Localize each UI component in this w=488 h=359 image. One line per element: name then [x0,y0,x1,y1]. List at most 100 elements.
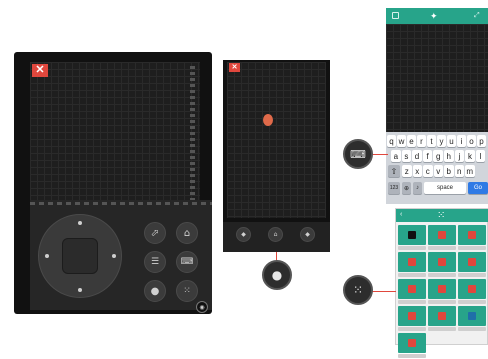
shift-key[interactable]: ⇧ [388,165,400,177]
key-r[interactable]: r [417,135,426,147]
keyboard-button[interactable]: ⌨ [176,251,198,273]
app-tile[interactable] [398,252,426,278]
back-button[interactable]: ◆ [236,227,251,242]
key-a[interactable]: a [391,150,401,162]
key-f[interactable]: f [422,150,433,162]
app-tile-image [458,225,486,245]
magic-wand-icon[interactable]: ✦ [430,11,440,21]
app-tile[interactable] [458,306,486,332]
key-d[interactable]: d [412,150,422,162]
apps-panel: ‹ ⁙ [395,208,488,358]
space-key-label: space [436,185,453,191]
key-b[interactable]: b [444,165,454,177]
close-icon: ✕ [231,64,238,71]
menu-icon: ☰ [150,257,160,267]
app-icon [438,285,446,293]
touchpad-toggle-button[interactable]: ◉ [196,301,208,313]
app-tile[interactable] [398,225,426,251]
dpad-left-icon[interactable] [45,254,49,258]
key-o[interactable]: o [467,135,476,147]
app-tile[interactable] [458,252,486,278]
app-tile-label [398,354,426,358]
app-icon [408,312,416,320]
go-key[interactable]: Go [468,182,488,194]
toolbar-back-icon[interactable] [392,12,399,19]
close-button[interactable]: ✕ [32,64,48,77]
app-tile[interactable] [458,225,486,251]
touchpad-icon: ◉ [199,303,205,311]
app-tile[interactable] [398,306,426,332]
key-row-3: zxcvbnm [402,165,488,177]
key-c[interactable]: c [423,165,433,177]
mouse-button[interactable]: ● [144,280,166,302]
key-u[interactable]: u [447,135,456,147]
home-icon: ⌂ [273,231,278,238]
app-tile[interactable] [428,225,456,251]
apps-grid-icon: ⁙ [437,210,446,221]
key-q[interactable]: q [387,135,396,147]
share-button[interactable]: ⬀ [144,222,166,244]
mouse-close-button[interactable]: ✕ [229,63,240,72]
app-icon [408,258,416,266]
app-tile[interactable] [458,279,486,305]
app-tile-image [398,333,426,353]
callout-line-apps [372,291,396,292]
app-tile-image [458,306,486,326]
key-j[interactable]: j [454,150,465,162]
app-tile[interactable] [428,279,456,305]
key-l[interactable]: l [475,150,486,162]
app-tile-label [428,327,456,331]
app-tile[interactable] [398,279,426,305]
home-button[interactable]: ⌂ [176,222,198,244]
key-x[interactable]: x [412,165,422,177]
key-v[interactable]: v [433,165,443,177]
dpad[interactable] [38,214,122,298]
microphone-icon: ♪ [416,185,419,191]
key-s[interactable]: s [401,150,412,162]
dpad-down-icon[interactable] [78,288,82,292]
key-m[interactable]: m [465,165,475,177]
key-p[interactable]: p [477,135,486,147]
key-n[interactable]: n [454,165,464,177]
mouse-touchpad[interactable] [227,62,326,218]
app-tile[interactable] [428,252,456,278]
app-tile[interactable] [428,306,456,332]
key-z[interactable]: z [402,165,412,177]
app-tile-label [398,327,426,331]
key-g[interactable]: g [433,150,443,162]
menu-button[interactable]: ☰ [144,251,166,273]
key-t[interactable]: t [427,135,436,147]
space-key[interactable]: space [424,182,466,194]
home-button[interactable]: ⌂ [268,227,283,242]
app-tile-image [398,252,426,272]
key-h[interactable]: h [443,150,454,162]
dpad-ok-button[interactable] [62,238,98,274]
app-icon [438,231,446,239]
key-e[interactable]: e [407,135,416,147]
key-w[interactable]: w [397,135,406,147]
mic-key[interactable]: ♪ [413,182,422,194]
app-tile-label [458,300,486,304]
app-tile[interactable] [398,333,426,359]
mouse-icon: ● [150,285,160,297]
key-k[interactable]: k [465,150,475,162]
app-tile-label [398,246,426,250]
forward-button[interactable]: ◆ [300,227,315,242]
key-i[interactable]: i [457,135,466,147]
app-tile-label [398,300,426,304]
back-arrow-icon[interactable]: ‹ [400,211,408,219]
control-area: ⬀ ⌂ ☰ ⌨ ● ⁙ [30,200,212,310]
app-grid [398,225,488,358]
app-tile-image [458,252,486,272]
number-key[interactable]: 123 [388,182,400,194]
dpad-right-icon[interactable] [112,254,116,258]
key-y[interactable]: y [437,135,446,147]
mouse-panel: ✕ ◆ ⌂ ◆ [223,60,330,252]
expand-icon[interactable]: ⤢ [474,12,481,19]
app-tile-image [398,306,426,326]
apps-header: ‹ ⁙ [396,209,488,222]
globe-key[interactable]: ⊕ [402,182,411,194]
keyboard-touchpad[interactable] [386,24,488,132]
dpad-up-icon[interactable] [78,221,82,225]
apps-button[interactable]: ⁙ [176,280,198,302]
